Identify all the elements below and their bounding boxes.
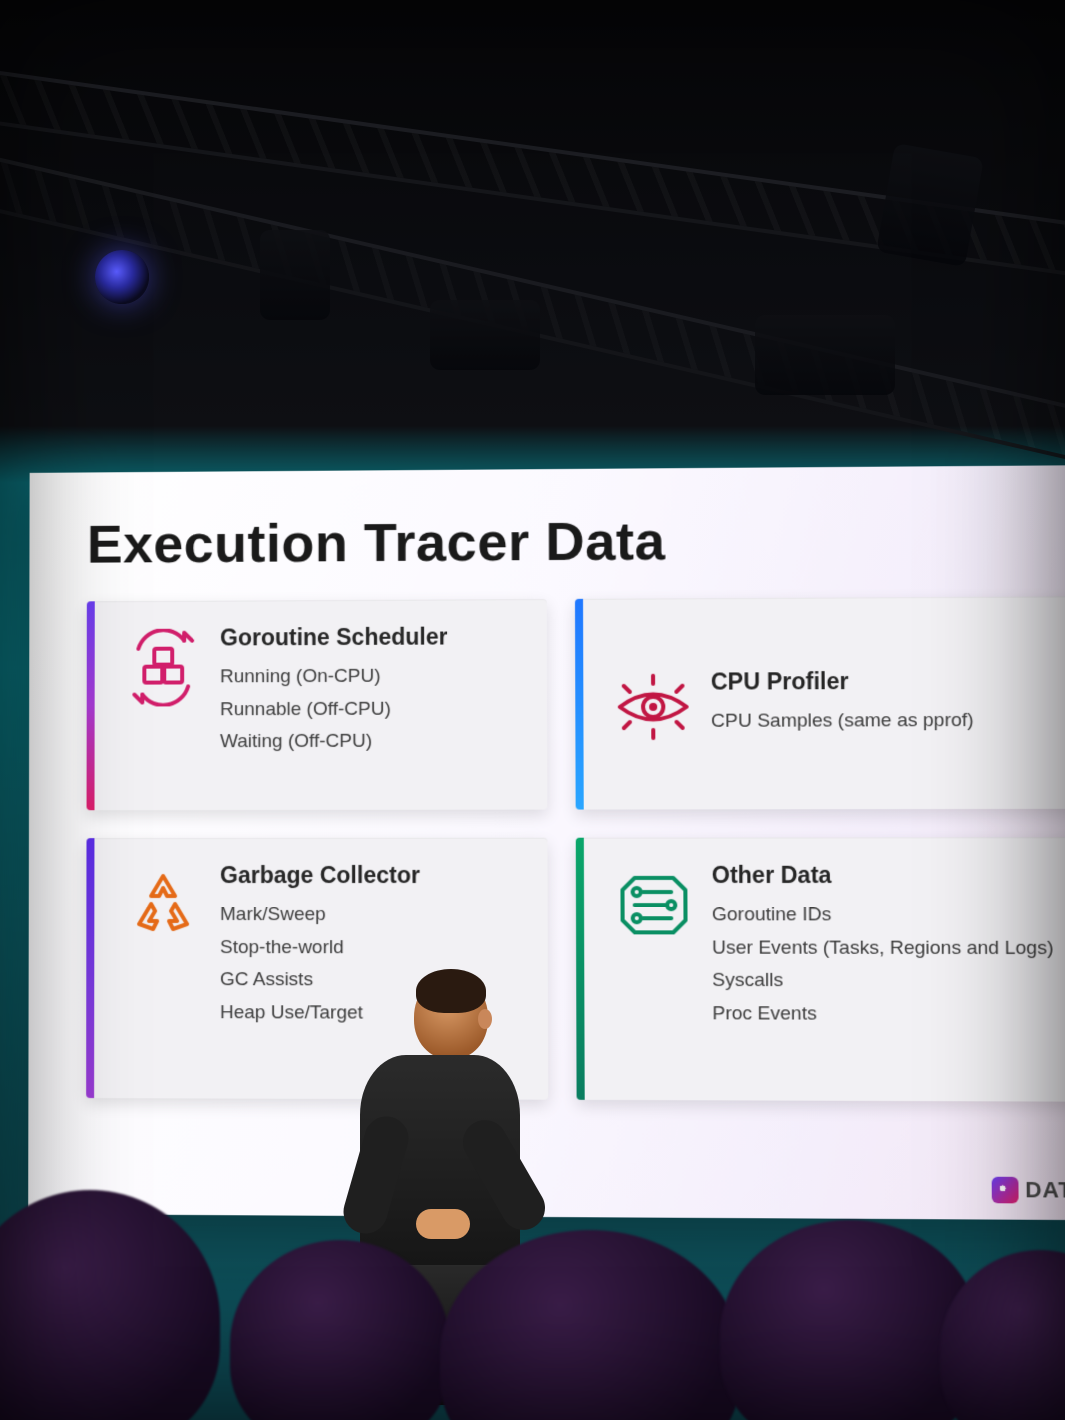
card-garbage-collector: Garbage Collector Mark/Sweep Stop-the-wo…: [86, 838, 548, 1100]
eye-icon: [610, 674, 697, 741]
list-item: Syscalls: [712, 965, 1054, 999]
card-heading: Other Data: [712, 862, 1053, 889]
list-item: CPU Samples (same as pprof): [711, 705, 974, 739]
brand-logo-text: DAT: [1025, 1177, 1065, 1204]
list-item: Mark/Sweep: [220, 899, 420, 932]
list-item: GC Assists: [220, 964, 420, 997]
presentation-slide: Execution Tracer Data: [28, 465, 1065, 1220]
audience-silhouettes: [0, 1210, 1065, 1420]
card-accent: [86, 838, 94, 1098]
list-item: Running (On-CPU): [220, 661, 448, 694]
stage-light-icon: [95, 250, 149, 304]
stage-rigging: [0, 0, 1065, 480]
list-item: Proc Events: [712, 998, 1054, 1032]
card-goroutine-scheduler: Goroutine Scheduler Running (On-CPU) Run…: [87, 599, 548, 810]
list-item: User Events (Tasks, Regions and Logs): [712, 932, 1054, 965]
slide-grid: Goroutine Scheduler Running (On-CPU) Run…: [86, 596, 1065, 1101]
list-item: Stop-the-world: [220, 932, 420, 965]
conference-photo: Execution Tracer Data: [0, 0, 1065, 1420]
list-item: Heap Use/Target: [220, 997, 420, 1030]
stage-fixture-icon: [876, 143, 984, 267]
card-heading: Goroutine Scheduler: [220, 624, 448, 652]
brand-logo: DAT: [992, 1177, 1065, 1204]
card-accent: [575, 599, 584, 810]
recycle-icon: [120, 866, 206, 946]
cycle-boxes-icon: [120, 629, 206, 707]
card-accent: [576, 838, 585, 1100]
stage-fixture-icon: [755, 315, 895, 395]
slide-title: Execution Tracer Data: [87, 508, 1065, 576]
nodes-list-icon: [610, 866, 698, 945]
list-item: Goroutine IDs: [712, 899, 1053, 932]
stage-fixture-icon: [430, 300, 540, 370]
list-item: Runnable (Off-CPU): [220, 693, 448, 726]
card-heading: Garbage Collector: [220, 862, 420, 889]
list-item: Waiting (Off-CPU): [220, 726, 448, 759]
card-accent: [87, 601, 95, 810]
card-heading: CPU Profiler: [711, 668, 974, 696]
card-cpu-profiler: CPU Profiler CPU Samples (same as pprof): [575, 596, 1065, 809]
brand-logo-icon: [992, 1177, 1019, 1204]
card-other-data: Other Data Goroutine IDs User Events (Ta…: [576, 837, 1065, 1101]
stage-fixture-icon: [260, 230, 330, 320]
